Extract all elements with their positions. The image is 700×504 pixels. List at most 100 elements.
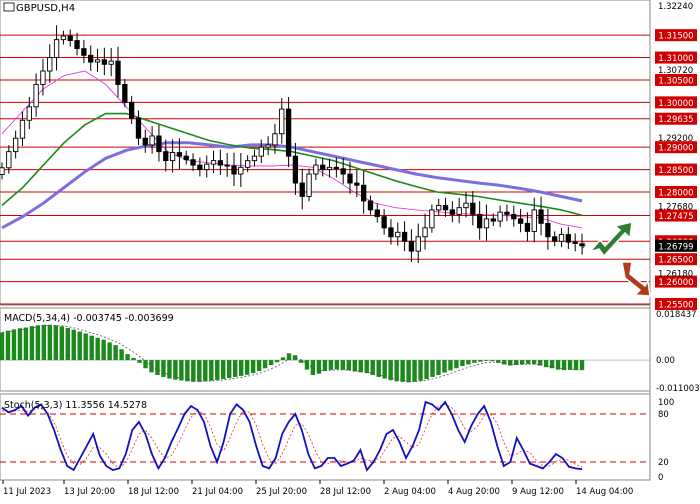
macd-bar [250, 360, 256, 374]
macd-bar [215, 360, 220, 380]
candle-body [504, 211, 510, 215]
macd-bar [525, 360, 531, 364]
macd-bar [262, 360, 268, 369]
candle-body [101, 59, 108, 65]
macd-bar [209, 360, 214, 381]
candle-body [470, 202, 476, 215]
macd-bar [382, 360, 387, 379]
macd-bar [418, 360, 423, 381]
candle-body [442, 204, 449, 211]
macd-bar [29, 326, 35, 361]
candle-body [360, 184, 367, 202]
macd-bar [304, 360, 310, 370]
candle-body [511, 213, 517, 220]
macd-bar [5, 330, 11, 361]
candle-body [122, 83, 128, 103]
macd-bar [394, 360, 399, 382]
macd-bar [11, 329, 17, 361]
candle-body [94, 59, 101, 63]
candle-body [19, 119, 26, 139]
candle-body [565, 234, 572, 243]
macd-bar [322, 360, 328, 371]
stoch-y-tick-label: 20 [658, 458, 669, 468]
macd-bar [454, 360, 459, 369]
macd-bar [77, 331, 82, 361]
candle-body [340, 168, 346, 175]
macd-bar [47, 324, 53, 361]
candle-body [40, 70, 46, 85]
macd-bar [244, 360, 250, 375]
level-price-label: 1.29000 [658, 144, 693, 154]
level-price-label: 1.27475 [658, 212, 693, 222]
candle-body [81, 48, 87, 56]
candle-body [552, 236, 558, 242]
macd-bar [412, 360, 417, 382]
level-price-label: 1.30500 [658, 76, 693, 86]
candle-body [0, 167, 5, 175]
candle-body [558, 234, 565, 242]
candle-body [190, 159, 196, 166]
candle-body [326, 166, 333, 171]
candle-body [313, 164, 319, 175]
macd-bar [328, 360, 334, 370]
macd-bar [119, 349, 124, 361]
last-price-label: 1.26799 [658, 242, 693, 252]
macd-bar [155, 360, 160, 376]
level-price-label: 1.26500 [658, 256, 693, 266]
macd-bar [573, 360, 579, 371]
candle-body [231, 165, 237, 175]
candle-body [204, 163, 210, 171]
macd-bar [227, 360, 232, 379]
x-tick-label: 13 Jul 20:00 [64, 487, 115, 497]
macd-bar [71, 329, 76, 361]
macd-bar [107, 342, 112, 361]
macd-bar [161, 360, 166, 377]
candle-body [429, 209, 435, 229]
candle-body [524, 222, 531, 232]
macd-bar [65, 328, 70, 361]
candle-body [415, 236, 421, 252]
candle-body [422, 227, 428, 238]
candle-body [6, 151, 12, 169]
y-tick-label: 1.30720 [658, 66, 693, 76]
candle-body [33, 83, 39, 108]
level-price-label: 1.26000 [658, 278, 693, 288]
candle-body [456, 207, 462, 215]
candle-body [197, 164, 203, 171]
macd-bar [460, 360, 465, 367]
macd-bar [316, 360, 322, 374]
candle-body [115, 60, 121, 85]
macd-bar [23, 327, 29, 361]
x-tick-label: 2 Aug 04:00 [384, 487, 436, 497]
macd-bar [567, 360, 573, 370]
candle-body [292, 155, 299, 184]
macd-bar [490, 360, 495, 362]
candle-body [449, 209, 456, 215]
question-mark-icon: ? [579, 241, 586, 257]
macd-bar [400, 360, 405, 382]
macd-bar [0, 332, 5, 361]
macd-bar [131, 357, 136, 361]
x-tick-label: 9 Aug 12:00 [512, 487, 564, 497]
candle-body [572, 241, 578, 244]
macd-bar [484, 360, 489, 361]
y-tick-label: 1.26180 [658, 270, 693, 280]
candle-body [497, 211, 503, 222]
candle-body [285, 108, 292, 157]
macd-bar [95, 337, 100, 361]
candle-body [265, 144, 271, 148]
candle-body [128, 101, 135, 119]
macd-bar [358, 360, 363, 373]
macd-bar [268, 360, 274, 365]
macd-bar [197, 360, 202, 382]
macd-bar [579, 360, 585, 371]
macd-bar [232, 360, 238, 377]
candle-body [135, 117, 142, 139]
x-tick-label: 18 Jul 12:00 [128, 487, 179, 497]
candle-body [258, 146, 264, 157]
candle-body [238, 166, 244, 175]
macd-bar [340, 360, 346, 370]
macd-bar [125, 354, 130, 361]
level-price-label: 1.31000 [658, 54, 693, 64]
candle-body [490, 218, 496, 222]
